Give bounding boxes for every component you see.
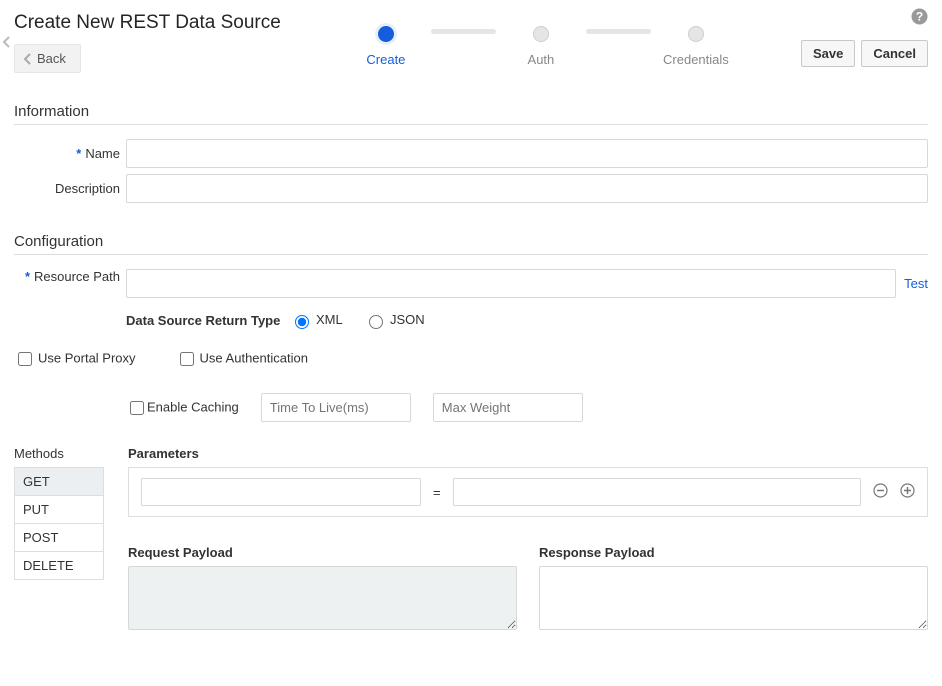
method-item-post[interactable]: POST: [15, 523, 103, 551]
max-weight-input[interactable]: [433, 393, 583, 422]
method-item-delete[interactable]: DELETE: [15, 551, 103, 579]
add-param-icon[interactable]: [900, 483, 915, 501]
wizard-stepper: Create Auth Credentials: [281, 8, 801, 67]
param-key-input[interactable]: [141, 478, 421, 506]
return-type-json-radio[interactable]: [369, 315, 383, 329]
name-label: Name: [85, 146, 120, 161]
test-link[interactable]: Test: [904, 276, 928, 291]
return-type-label: Data Source Return Type: [126, 313, 280, 328]
wizard-step-create[interactable]: Create: [341, 26, 431, 67]
use-authentication-checkbox[interactable]: [180, 352, 194, 366]
return-type-json-option[interactable]: JSON: [364, 312, 424, 327]
help-icon[interactable]: ?: [911, 8, 928, 30]
wizard-step-label: Credentials: [663, 52, 729, 67]
divider: [14, 124, 928, 125]
parameters-row: =: [128, 467, 928, 517]
use-portal-proxy-checkbox[interactable]: [18, 352, 32, 366]
resource-path-label: Resource Path: [34, 269, 120, 284]
response-payload-textarea[interactable]: [539, 566, 928, 630]
back-label: Back: [37, 51, 66, 66]
response-payload-title: Response Payload: [539, 545, 928, 560]
collapse-arrow[interactable]: [2, 36, 10, 51]
wizard-step-credentials[interactable]: Credentials: [651, 26, 741, 67]
cancel-button[interactable]: Cancel: [861, 40, 928, 67]
equals-sign: =: [433, 485, 441, 500]
use-portal-proxy-option[interactable]: Use Portal Proxy: [14, 349, 136, 369]
name-input[interactable]: [126, 139, 928, 168]
back-button[interactable]: Back: [14, 44, 81, 73]
required-mark: *: [76, 146, 81, 161]
use-authentication-option[interactable]: Use Authentication: [176, 349, 308, 369]
divider: [14, 254, 928, 255]
required-mark: *: [25, 269, 30, 284]
chevron-left-icon: [23, 53, 31, 65]
method-item-get[interactable]: GET: [15, 467, 103, 495]
methods-title: Methods: [14, 446, 104, 461]
section-title-configuration: Configuration: [14, 233, 928, 250]
wizard-dot: [688, 26, 704, 42]
description-input[interactable]: [126, 174, 928, 203]
wizard-step-label: Auth: [528, 52, 555, 67]
wizard-dot: [533, 26, 549, 42]
return-type-xml-option[interactable]: XML: [290, 312, 342, 327]
enable-caching-checkbox[interactable]: [130, 401, 144, 415]
enable-caching-option[interactable]: Enable Caching: [126, 398, 239, 418]
section-title-information: Information: [14, 103, 928, 120]
ttl-input[interactable]: [261, 393, 411, 422]
save-button[interactable]: Save: [801, 40, 855, 67]
wizard-bar: [586, 29, 651, 34]
description-label: Description: [55, 181, 120, 196]
page-title: Create New REST Data Source: [14, 12, 281, 34]
return-type-xml-radio[interactable]: [295, 315, 309, 329]
param-value-input[interactable]: [453, 478, 861, 506]
methods-list: GET PUT POST DELETE: [14, 467, 104, 580]
resource-path-input[interactable]: [126, 269, 896, 298]
wizard-dot: [378, 26, 394, 42]
wizard-step-auth[interactable]: Auth: [496, 26, 586, 67]
request-payload-textarea[interactable]: [128, 566, 517, 630]
request-payload-title: Request Payload: [128, 545, 517, 560]
svg-text:?: ?: [916, 10, 923, 24]
wizard-bar: [431, 29, 496, 34]
remove-param-icon[interactable]: [873, 483, 888, 501]
parameters-title: Parameters: [128, 446, 928, 461]
wizard-step-label: Create: [366, 52, 405, 67]
method-item-put[interactable]: PUT: [15, 495, 103, 523]
